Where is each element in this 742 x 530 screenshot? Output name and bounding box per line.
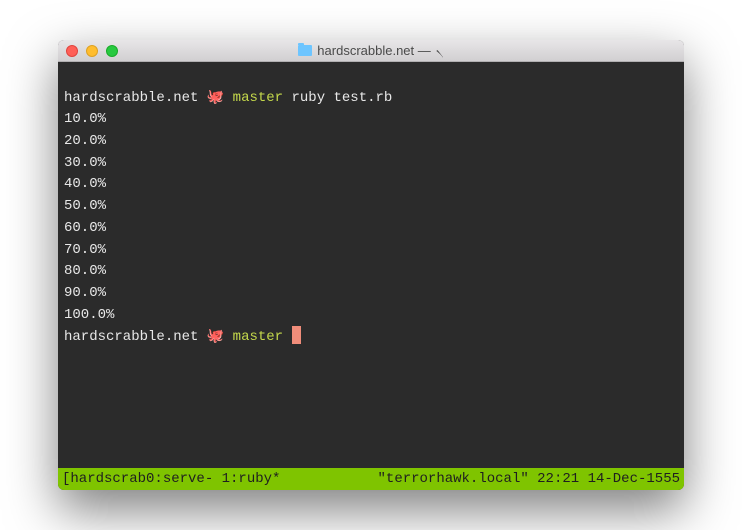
- output-line: 40.0%: [64, 176, 106, 192]
- output-line: 30.0%: [64, 155, 106, 171]
- output-line: 50.0%: [64, 198, 106, 214]
- output-line: 20.0%: [64, 133, 106, 149]
- maximize-button[interactable]: [106, 45, 118, 57]
- git-branch: master: [233, 329, 283, 345]
- terminal-window: hardscrabble.net — ৲ hardscrabble.net 🐙 …: [58, 40, 684, 490]
- prompt-host: hardscrabble.net: [64, 90, 198, 106]
- terminal-body[interactable]: hardscrabble.net 🐙 master ruby test.rb 1…: [58, 62, 684, 468]
- title-text-prefix: hardscrabble.net —: [317, 43, 430, 58]
- cursor: [292, 326, 301, 344]
- close-button[interactable]: [66, 45, 78, 57]
- traffic-lights: [66, 45, 118, 57]
- octopus-icon: 🐙: [207, 90, 224, 106]
- output-line: 70.0%: [64, 242, 106, 258]
- output-line: 100.0%: [64, 307, 114, 323]
- status-left: [hardscrab0:serve- 1:ruby*: [62, 471, 280, 487]
- tmux-statusbar: [hardscrab0:serve- 1:ruby* "terrorhawk.l…: [58, 468, 684, 490]
- titlebar: hardscrabble.net — ৲: [58, 40, 684, 62]
- output-line: 90.0%: [64, 285, 106, 301]
- octopus-icon: 🐙: [207, 329, 224, 345]
- status-date: 14-Dec-1555: [588, 471, 680, 487]
- command-text: ruby test.rb: [292, 90, 393, 106]
- title-text-suffix: ৲: [436, 40, 444, 61]
- folder-icon: [298, 45, 312, 56]
- status-hostname: "terrorhawk.local": [378, 471, 529, 487]
- status-gap: [280, 471, 377, 487]
- output-line: 60.0%: [64, 220, 106, 236]
- git-branch: master: [233, 90, 283, 106]
- status-time: 22:21: [537, 471, 579, 487]
- output-line: 10.0%: [64, 111, 106, 127]
- output-line: 80.0%: [64, 263, 106, 279]
- prompt-host: hardscrabble.net: [64, 329, 198, 345]
- minimize-button[interactable]: [86, 45, 98, 57]
- window-title: hardscrabble.net — ৲: [58, 40, 684, 61]
